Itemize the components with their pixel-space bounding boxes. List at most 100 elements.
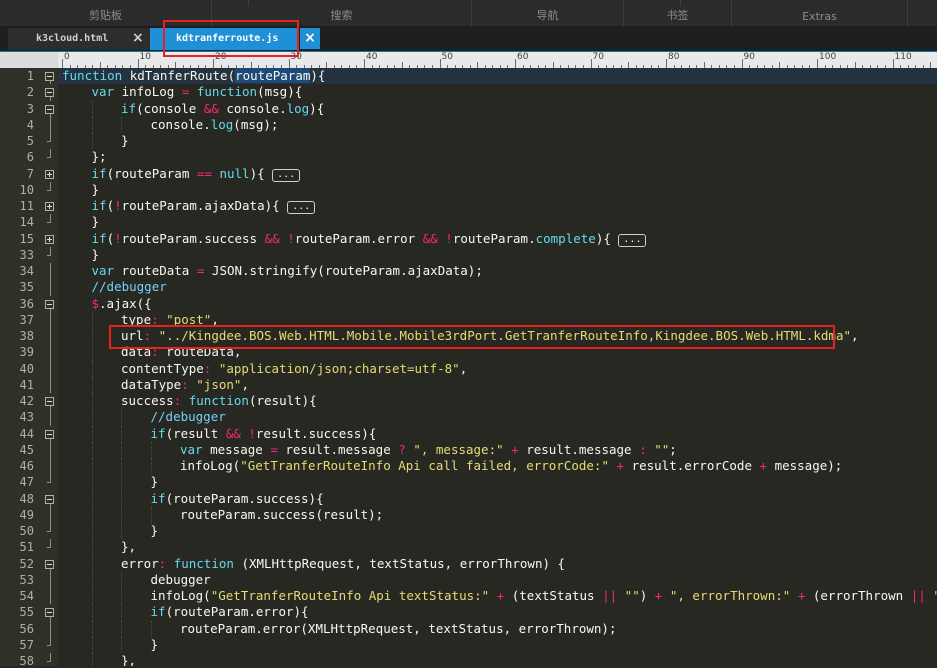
line-number: 54 (0, 589, 34, 603)
code-token: //debugger (92, 279, 167, 294)
code-line[interactable]: routeParam.success(result); (180, 507, 383, 523)
code-editor[interactable]: function kdTanferRoute(routeParam){var i… (58, 68, 937, 666)
document-tab-bar: k3cloud.html × kdtranferroute.js (0, 27, 937, 53)
code-line[interactable]: var infoLog = function(msg){ (92, 84, 303, 100)
code-line[interactable]: if(!routeParam.success && !routeParam.er… (92, 231, 647, 247)
code-token: , (241, 377, 249, 392)
collapse-fold-icon[interactable] (45, 88, 54, 97)
indent-guide (121, 637, 122, 653)
code-line[interactable]: console.log(msg); (151, 117, 279, 133)
code-line[interactable]: }; (92, 149, 107, 165)
fold-guide-line (50, 377, 51, 393)
ruler-tick (289, 59, 290, 68)
code-token: || (602, 588, 617, 603)
folded-code-badge[interactable]: ... (287, 201, 315, 214)
code-token: function (197, 84, 257, 99)
indent-guide (121, 117, 122, 133)
expand-fold-icon[interactable] (45, 170, 54, 179)
indent-guide (92, 604, 93, 620)
ribbon-group-bookmarks[interactable]: 书签 (624, 0, 732, 26)
code-line[interactable]: dataType: "json", (121, 377, 249, 393)
code-token: "GetTranferRouteInfo Api textStatus:" (211, 588, 489, 603)
code-line[interactable]: } (92, 182, 100, 198)
code-line[interactable]: } (151, 523, 159, 539)
code-line[interactable]: if(routeParam.error){ (151, 604, 309, 620)
code-line[interactable]: success: function(result){ (121, 393, 317, 409)
code-token (489, 588, 497, 603)
code-line[interactable]: infoLog("GetTranferRouteInfo Api textSta… (151, 588, 937, 604)
code-token (790, 588, 798, 603)
code-line[interactable]: } (92, 214, 100, 230)
url-line-highlight-box (109, 325, 835, 349)
code-token: (XMLHttpRequest, textStatus, errorThrown… (234, 556, 565, 571)
code-line[interactable]: if(console && console.log){ (121, 101, 324, 117)
folded-code-badge[interactable]: ... (618, 234, 646, 247)
code-line[interactable]: //debugger (92, 279, 167, 295)
collapse-fold-icon[interactable] (45, 608, 54, 617)
code-line[interactable]: } (151, 474, 159, 490)
collapse-fold-icon[interactable] (45, 430, 54, 439)
fold-guide-line (50, 474, 51, 482)
fold-end-tick (47, 482, 51, 483)
code-line[interactable]: routeParam.error(XMLHttpRequest, textSta… (180, 621, 617, 637)
collapse-fold-icon[interactable] (45, 560, 54, 569)
expand-fold-icon[interactable] (45, 202, 54, 211)
indent-guide (121, 474, 122, 490)
code-token: , (460, 361, 468, 376)
code-line[interactable]: $.ajax({ (92, 296, 152, 312)
code-token: message); (767, 458, 842, 473)
collapse-fold-icon[interactable] (45, 397, 54, 406)
indent-guide (92, 442, 93, 458)
code-line[interactable]: debugger (151, 572, 211, 588)
folded-code-badge[interactable]: ... (272, 169, 300, 182)
collapse-fold-icon[interactable] (45, 72, 54, 81)
collapse-fold-icon[interactable] (45, 105, 54, 114)
code-line[interactable]: } (121, 133, 129, 149)
line-number: 5 (0, 134, 34, 148)
code-line[interactable]: var message = result.message ? ", messag… (180, 442, 677, 458)
code-line[interactable]: if(routeParam == null){ ... (92, 166, 301, 182)
code-token: kdTanferRoute( (122, 68, 235, 83)
code-line[interactable]: } (92, 247, 100, 263)
tab-label: k3cloud.html (36, 28, 108, 50)
code-token: result.errorCode (624, 458, 759, 473)
line-number: 57 (0, 638, 34, 652)
line-number: 40 (0, 362, 34, 376)
code-token: function (174, 556, 234, 571)
code-line[interactable]: var routeData = JSON.stringify(routePara… (92, 263, 483, 279)
tab-k3cloud-html[interactable]: k3cloud.html × (8, 28, 150, 50)
code-line[interactable]: if(routeParam.success){ (151, 491, 324, 507)
code-token: ; (669, 442, 677, 457)
ruler-tick (62, 59, 63, 68)
indent-guide (121, 426, 122, 442)
line-number: 6 (0, 150, 34, 164)
code-token: } (121, 133, 129, 148)
line-number: 55 (0, 605, 34, 619)
code-line[interactable]: contentType: "application/json;charset=u… (121, 361, 467, 377)
ribbon-group-navigation[interactable]: 导航 (472, 0, 624, 26)
code-line[interactable]: }, (121, 653, 136, 666)
fold-end-tick (47, 157, 51, 158)
code-line[interactable]: }, (121, 539, 136, 555)
line-number: 46 (0, 459, 34, 473)
fold-guide-line (50, 572, 51, 588)
ribbon-group-extras[interactable]: Extras (732, 0, 908, 26)
code-token: console. (151, 117, 211, 132)
close-icon[interactable]: × (132, 28, 144, 49)
code-token: var (92, 84, 115, 99)
expand-fold-icon[interactable] (45, 235, 54, 244)
code-line[interactable]: function kdTanferRoute(routeParam){ (62, 68, 325, 84)
fold-guide-line (50, 539, 51, 547)
code-line[interactable]: //debugger (151, 409, 226, 425)
collapse-fold-icon[interactable] (45, 495, 54, 504)
collapse-fold-icon[interactable] (45, 300, 54, 309)
close-icon[interactable]: × (300, 28, 320, 49)
code-line[interactable]: if(!routeParam.ajaxData){ ... (92, 198, 316, 214)
code-line[interactable]: error: function (XMLHttpRequest, textSta… (121, 556, 565, 572)
code-line[interactable]: infoLog("GetTranferRouteInfo Api call fa… (180, 458, 842, 474)
code-token: + (511, 442, 519, 457)
code-line[interactable]: } (151, 637, 159, 653)
fold-guide-line (50, 653, 51, 661)
code-token: debugger (151, 572, 211, 587)
code-line[interactable]: if(result && !result.success){ (151, 426, 377, 442)
